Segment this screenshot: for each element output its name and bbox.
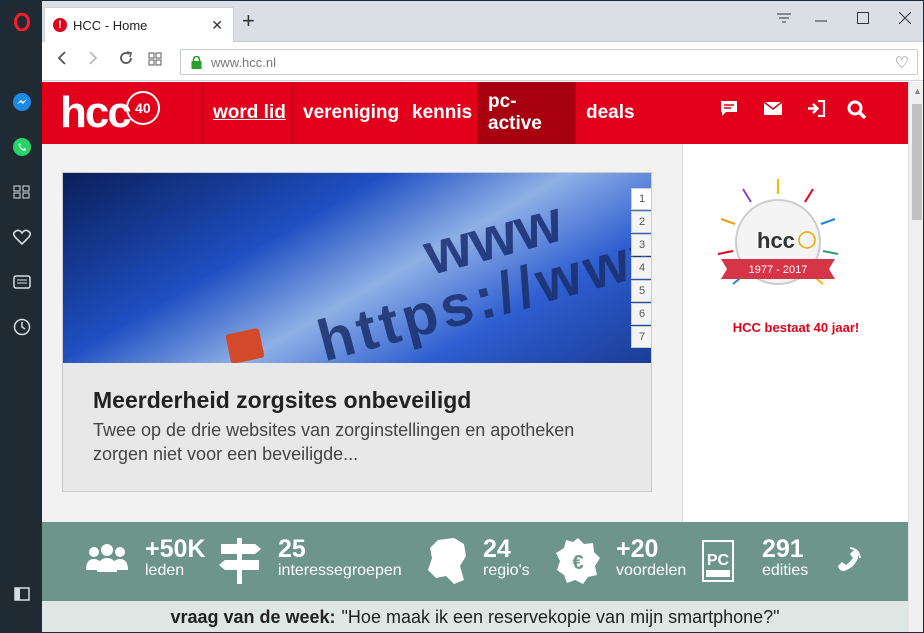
speed-dial-button[interactable]: [148, 50, 162, 71]
hcc-favicon-icon: !: [53, 18, 67, 32]
pc-active-icon: PC: [702, 540, 734, 587]
panel-toggle-icon[interactable]: [1, 581, 42, 607]
back-button[interactable]: [56, 50, 68, 71]
pager-item[interactable]: 1: [631, 188, 651, 210]
nav-vereniging[interactable]: vereniging: [292, 82, 409, 144]
title-bar: ! HCC - Home ✕ +: [42, 1, 923, 42]
tab-close-icon[interactable]: ✕: [211, 17, 223, 34]
nav-pc-active[interactable]: pc-active: [477, 82, 576, 144]
emblem-years: 1977 - 2017: [749, 264, 808, 276]
slide-title[interactable]: Meerderheid zorgsites onbeveiligd: [93, 387, 471, 414]
scroll-up-icon[interactable]: ▲: [913, 86, 922, 96]
heart-icon[interactable]: [1, 224, 42, 250]
pager-item[interactable]: 7: [631, 326, 651, 348]
url-field[interactable]: www.hcc.nl ♡: [180, 49, 918, 75]
page-scrollbar[interactable]: ▲: [908, 82, 923, 632]
news-icon[interactable]: [1, 269, 42, 295]
sidebar-aside: hcc 1977 - 2017 HCC bestaat 40 jaar!: [682, 144, 908, 522]
euro-badge-icon: €: [555, 536, 601, 591]
lock-icon: [191, 55, 202, 69]
nav-deals[interactable]: deals: [575, 82, 645, 144]
opera-logo-icon[interactable]: [1, 5, 42, 39]
speed-dial-icon[interactable]: [1, 179, 42, 205]
pager-item[interactable]: 2: [631, 211, 651, 233]
main-area: www https://www Meerderheid zorgsites on…: [42, 144, 682, 522]
question-text: "Hoe maak ik een reservekopie van mijn s…: [341, 607, 780, 627]
tab-menu-icon[interactable]: [776, 11, 792, 27]
stat-number: +50K: [145, 535, 206, 563]
netherlands-map-icon: [424, 536, 470, 591]
login-icon[interactable]: [806, 99, 826, 122]
stat-voordelen: +20 voordelen: [616, 536, 686, 580]
web-page: hcc 40 word lid vereniging kennis pc-act…: [42, 82, 908, 632]
minimize-button[interactable]: [815, 11, 827, 27]
site-navbar: hcc 40 word lid vereniging kennis pc-act…: [42, 82, 908, 144]
stats-bar: +50K leden 25 interessegroepen 24 regio'…: [42, 522, 908, 601]
stat-number: +20: [616, 535, 659, 563]
slide-subtitle: Twee op de drie websites van zorginstell…: [93, 420, 575, 464]
mail-icon[interactable]: [763, 100, 783, 121]
scrollbar-thumb[interactable]: [912, 104, 922, 220]
stat-regios: 24 regio's: [483, 536, 530, 580]
stat-label: interessegroepen: [278, 562, 402, 579]
svg-text:€: €: [572, 552, 583, 574]
slide-lock-icon: [225, 327, 265, 365]
stat-label: voordelen: [616, 562, 687, 579]
stat-label: edities: [762, 562, 809, 579]
url-text: www.hcc.nl: [211, 54, 277, 70]
search-icon[interactable]: [847, 100, 867, 124]
chat-icon[interactable]: [720, 100, 738, 122]
whatsapp-icon[interactable]: [1, 134, 42, 160]
pager-item[interactable]: 4: [631, 257, 651, 279]
svg-text:PC: PC: [707, 552, 730, 569]
nav-kennis[interactable]: kennis: [401, 82, 482, 144]
pager-item[interactable]: 3: [631, 234, 651, 256]
news-slider[interactable]: www https://www Meerderheid zorgsites on…: [62, 172, 652, 492]
pager-item[interactable]: 6: [631, 303, 651, 325]
pager-item[interactable]: 5: [631, 280, 651, 302]
tab-title: HCC - Home: [73, 17, 148, 33]
nav-word-lid[interactable]: word lid: [202, 82, 296, 144]
anniversary-caption[interactable]: HCC bestaat 40 jaar!: [683, 320, 908, 335]
stat-number: 25: [278, 535, 306, 563]
stat-edities: 291 edities: [762, 536, 808, 580]
stat-number: 24: [483, 535, 511, 563]
close-window-button[interactable]: [898, 11, 912, 27]
stat-label: regio's: [483, 562, 530, 579]
stat-interessegroepen: 25 interessegroepen: [278, 536, 402, 580]
40-years-badge: 40: [125, 91, 160, 125]
tab-hcc-home[interactable]: ! HCC - Home ✕: [44, 7, 234, 42]
opera-sidebar: [1, 1, 42, 632]
hcc-40-jaar-emblem[interactable]: hcc 1977 - 2017: [713, 174, 843, 304]
slide-image: www https://www: [63, 173, 651, 374]
stat-label: leden: [145, 562, 185, 579]
question-prefix: vraag van de week:: [170, 607, 336, 627]
phone-icon[interactable]: [834, 546, 862, 579]
people-icon: [84, 542, 130, 579]
emblem-logo-text: hcc: [757, 228, 795, 253]
reload-button[interactable]: [118, 50, 134, 71]
question-of-week[interactable]: vraag van de week: "Hoe maak ik een rese…: [42, 601, 908, 632]
messenger-icon[interactable]: [1, 89, 42, 115]
slider-pager: 1 2 3 4 5 6 7: [631, 187, 651, 348]
maximize-button[interactable]: [857, 11, 869, 27]
stat-number: 291: [762, 535, 804, 563]
history-icon[interactable]: [1, 314, 42, 340]
forward-button[interactable]: [87, 50, 99, 71]
new-tab-button[interactable]: +: [242, 10, 255, 32]
hcc-logo[interactable]: hcc 40: [60, 88, 160, 138]
address-bar: www.hcc.nl ♡: [42, 42, 923, 81]
browser-window: ! HCC - Home ✕ + www.hcc.nl ♡ hcc 40 wor…: [0, 0, 924, 633]
signpost-icon: [217, 536, 263, 591]
bookmark-heart-icon[interactable]: ♡: [895, 53, 909, 73]
stat-leden: +50K leden: [145, 536, 205, 580]
